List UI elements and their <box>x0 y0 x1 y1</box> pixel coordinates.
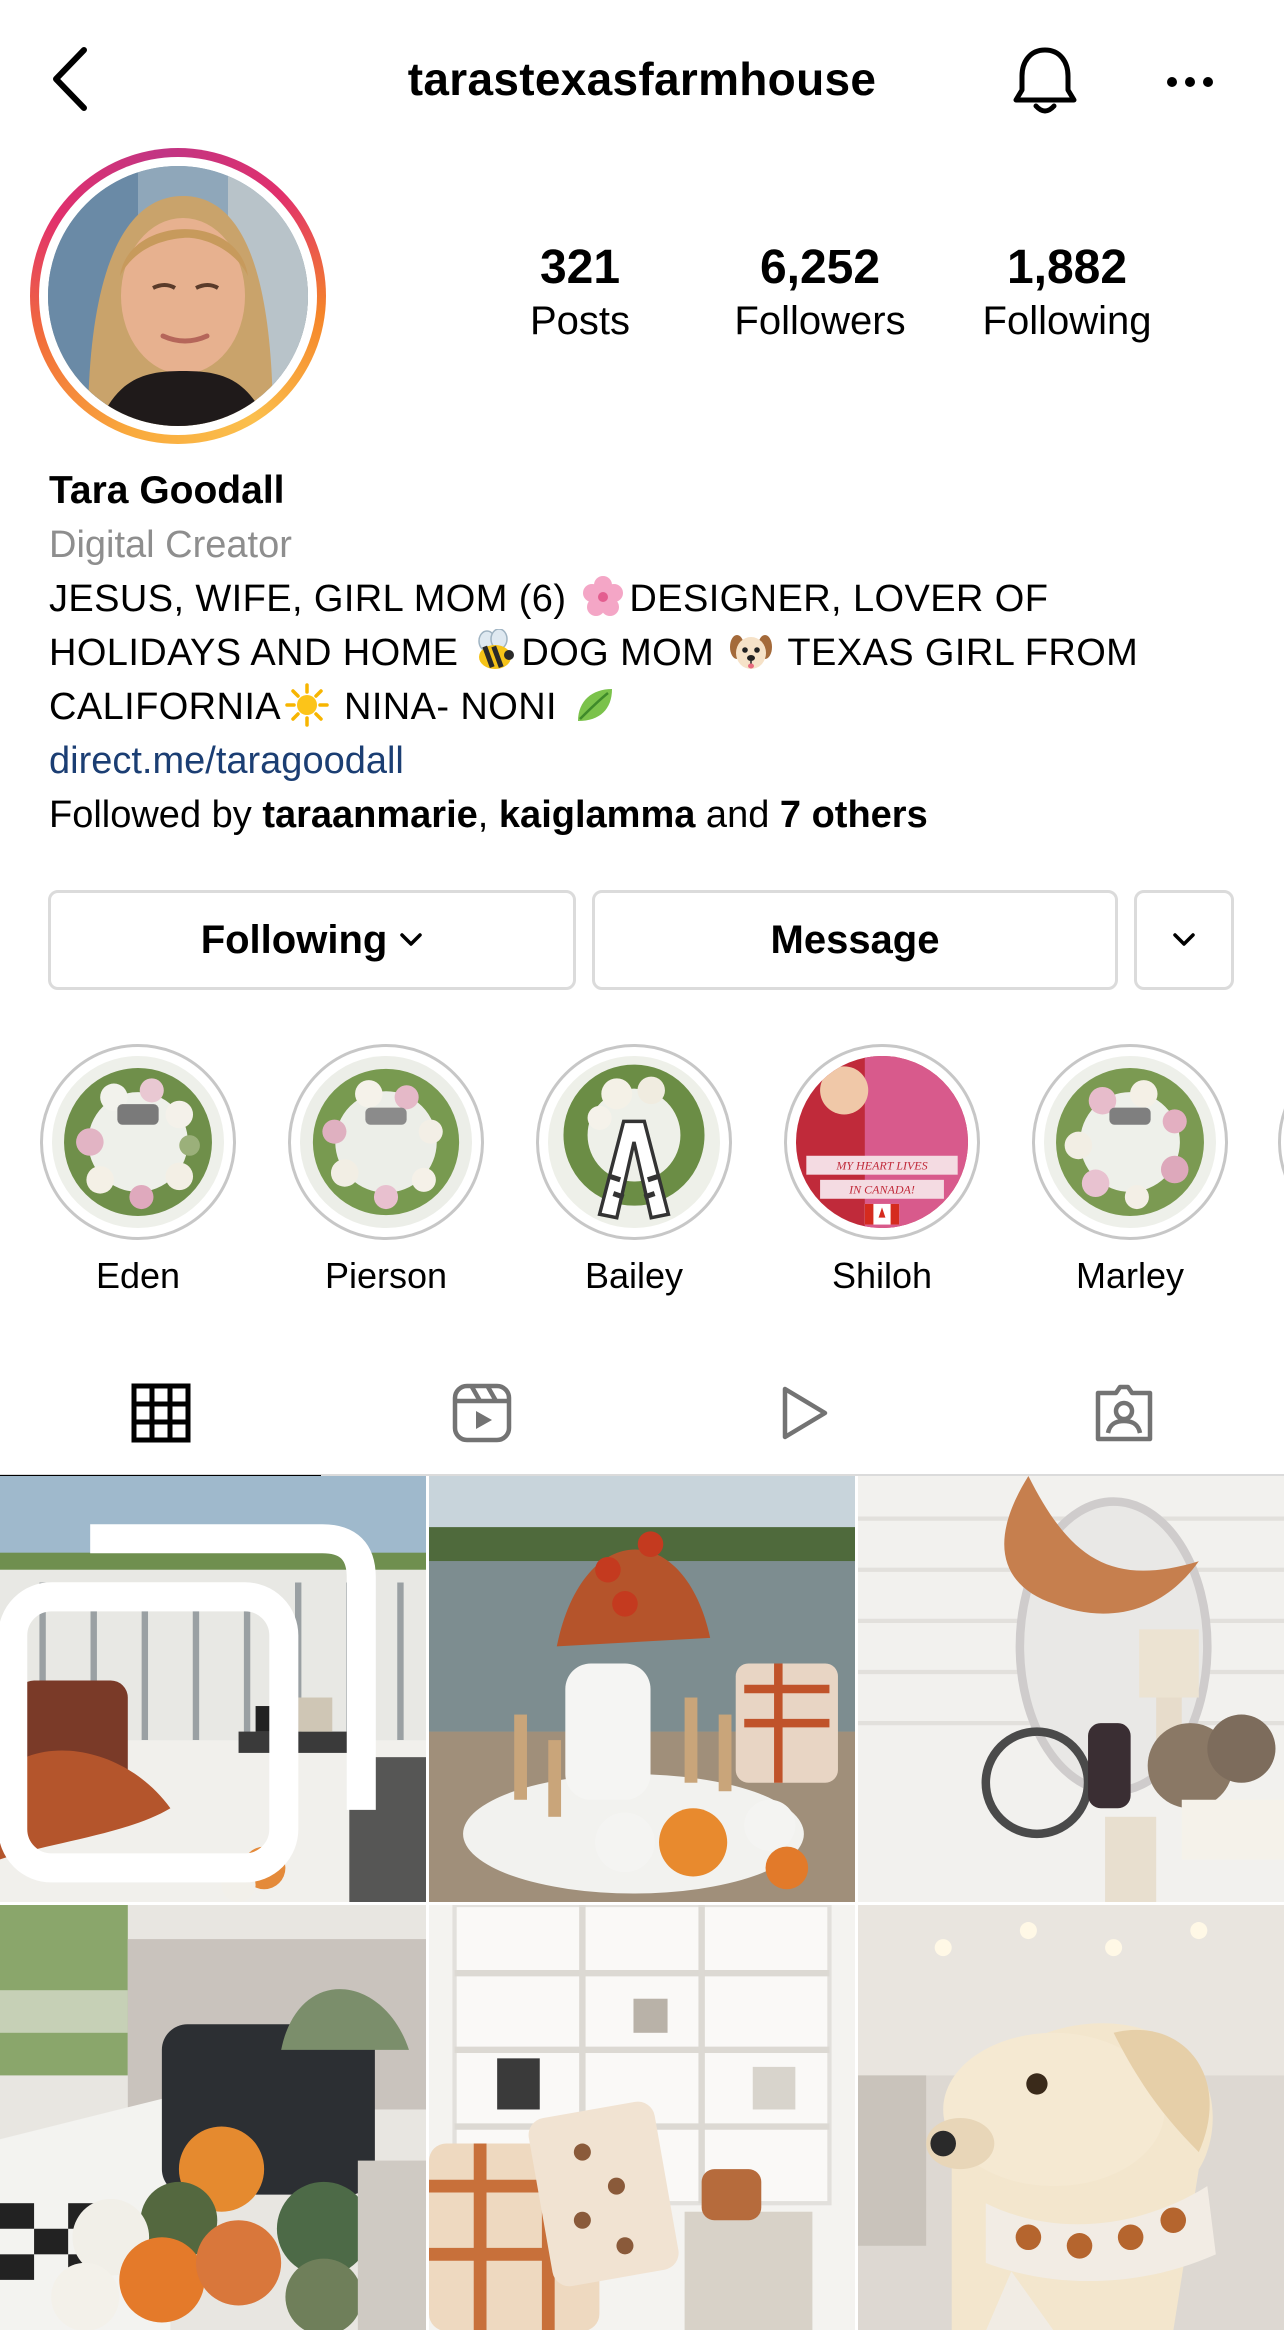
story-highlights: Eden Pierson Bailey MY HEART LIVES IN CAN… <box>0 1044 1284 1304</box>
bio-link[interactable]: direct.me/taragoodall <box>49 734 1249 788</box>
tagged-icon <box>1095 1384 1152 1442</box>
posts-grid <box>0 1476 1284 2330</box>
notifications-button[interactable] <box>1008 44 1082 120</box>
highlight-shiloh[interactable]: MY HEART LIVES IN CANADA! Shiloh <box>784 1044 980 1298</box>
highlight-cover-wreath <box>300 1056 472 1228</box>
bio-text: JESUS, WIFE, GIRL MOM (6) DESIGNER, LOVE… <box>49 572 1249 734</box>
video-play-icon <box>782 1386 827 1440</box>
profile-actions: Following Message <box>48 890 1238 990</box>
bell-icon <box>1013 47 1077 114</box>
bio-line-1-part-a: JESUS, WIFE, GIRL MOM (6) <box>49 578 578 620</box>
avatar <box>48 166 308 426</box>
followed-by-and: and <box>695 794 780 836</box>
post-thumbnail[interactable] <box>858 1905 1284 2330</box>
post-thumbnail[interactable] <box>858 1476 1284 1902</box>
post-thumbnail[interactable] <box>429 1905 855 2330</box>
bio-line-2-part-c: TEXAS GIRL FROM <box>777 632 1139 674</box>
followed-by[interactable]: Followed by taraanmarie, kaiglamma and 7… <box>49 788 1249 842</box>
profile-stats: 321 Posts 6,252 Followers 1,882 Followin… <box>500 240 1200 360</box>
highlight-bailey[interactable]: Bailey <box>536 1044 732 1298</box>
chevron-down-icon <box>400 933 423 946</box>
top-bar: tarastexasfarmhouse <box>0 0 1284 160</box>
highlight-label: Pierson <box>324 1255 448 1296</box>
followers-count[interactable]: 6,252 Followers <box>716 240 924 346</box>
multiple-photos-icon <box>0 1524 376 1883</box>
bio-line-1: JESUS, WIFE, GIRL MOM (6) DESIGNER, LOVE… <box>49 572 1249 626</box>
post-thumbnail[interactable] <box>429 1476 855 1902</box>
tab-tagged[interactable] <box>963 1350 1284 1476</box>
highlight-label: Marley <box>1075 1255 1185 1296</box>
message-button-label: Message <box>770 917 940 962</box>
bio-line-2-part-b: DOG MOM <box>521 632 726 674</box>
bee-icon <box>478 629 515 669</box>
profile-display-name: Tara Goodall <box>49 469 285 512</box>
bio-line-1-part-b: DESIGNER, LOVER OF <box>629 578 1049 620</box>
tab-posts-grid[interactable] <box>0 1350 321 1478</box>
bio-line-3: CALIFORNIA NINA- NONI <box>49 680 1249 734</box>
followers-count-value: 6,252 <box>759 241 881 294</box>
profile-username: tarastexasfarmhouse <box>407 53 877 105</box>
cherry-blossom-icon <box>583 576 624 616</box>
leaf-icon <box>577 689 612 721</box>
avatar-frame <box>39 157 317 435</box>
followed-by-user-2: kaiglamma <box>498 794 696 836</box>
highlight-label: Shiloh <box>831 1255 933 1296</box>
followed-by-prefix: Followed by <box>49 794 263 836</box>
highlight-label: Bailey <box>584 1255 684 1296</box>
bio-line-2-part-a: HOLIDAYS AND HOME <box>49 632 470 674</box>
highlight-overlay-text-2: IN CANADA! <box>848 1183 915 1197</box>
following-count-value: 1,882 <box>1006 241 1128 294</box>
highlight-cover-canada: MY HEART LIVES IN CANADA! <box>796 1056 968 1228</box>
highlight-eden[interactable]: Eden <box>40 1044 236 1298</box>
followed-by-others: 7 others <box>779 794 928 836</box>
profile-category: Digital Creator <box>49 524 292 566</box>
more-options-button[interactable] <box>1160 60 1220 104</box>
message-button[interactable]: Message <box>592 890 1118 990</box>
more-dots-icon <box>1167 77 1213 87</box>
chevron-down-icon <box>1173 933 1195 946</box>
highlight-label: Eden <box>95 1255 181 1296</box>
posts-count[interactable]: 321 Posts <box>500 240 660 346</box>
highlight-cover-wreath <box>548 1056 720 1228</box>
followers-count-label: Followers <box>734 299 906 343</box>
profile-bio: Tara Goodall Digital Creator JESUS, WIFE… <box>49 464 1249 842</box>
profile-tabs <box>0 1350 1284 1478</box>
highlight-pierson[interactable]: Pierson <box>288 1044 484 1298</box>
highlight-ring <box>536 1044 732 1240</box>
posts-count-value: 321 <box>539 241 621 294</box>
tab-reels[interactable] <box>321 1350 642 1476</box>
highlight-ring <box>40 1044 236 1240</box>
tab-videos[interactable] <box>642 1350 963 1476</box>
followed-by-separator: , <box>477 794 499 836</box>
reels-icon <box>452 1383 511 1443</box>
highlight-cover-wreath <box>52 1056 224 1228</box>
highlight-overlay-text-1: MY HEART LIVES <box>835 1159 927 1173</box>
bio-line-3-part-a: CALIFORNIA <box>49 686 282 728</box>
sun-icon <box>285 683 329 727</box>
bio-line-3-part-b: NINA- NONI <box>333 686 568 728</box>
highlight-marley[interactable]: Marley <box>1032 1044 1228 1298</box>
post-thumbnail[interactable] <box>0 1476 426 1902</box>
bio-line-2: HOLIDAYS AND HOME DOG MOM TEXAS GIRL FRO… <box>49 626 1249 680</box>
highlight-ring: MY HEART LIVES IN CANADA! <box>784 1044 980 1240</box>
highlight-cover-wreath <box>1044 1056 1216 1228</box>
grid-icon <box>131 1383 190 1443</box>
profile-avatar-story-ring[interactable] <box>30 148 326 444</box>
following-button[interactable]: Following <box>48 890 576 990</box>
post-thumbnail[interactable] <box>0 1905 426 2330</box>
following-button-label: Following <box>200 917 388 962</box>
suggested-accounts-button[interactable] <box>1134 890 1234 990</box>
highlight-ring <box>1032 1044 1228 1240</box>
highlight-partial[interactable] <box>1278 1044 1284 1240</box>
dog-face-icon <box>730 635 773 669</box>
following-count-label: Following <box>982 299 1152 343</box>
posts-count-label: Posts <box>529 299 631 343</box>
following-count[interactable]: 1,882 Following <box>962 240 1172 346</box>
highlight-ring <box>1278 1044 1284 1240</box>
highlight-ring <box>288 1044 484 1240</box>
followed-by-user-1: taraanmarie <box>262 794 478 836</box>
